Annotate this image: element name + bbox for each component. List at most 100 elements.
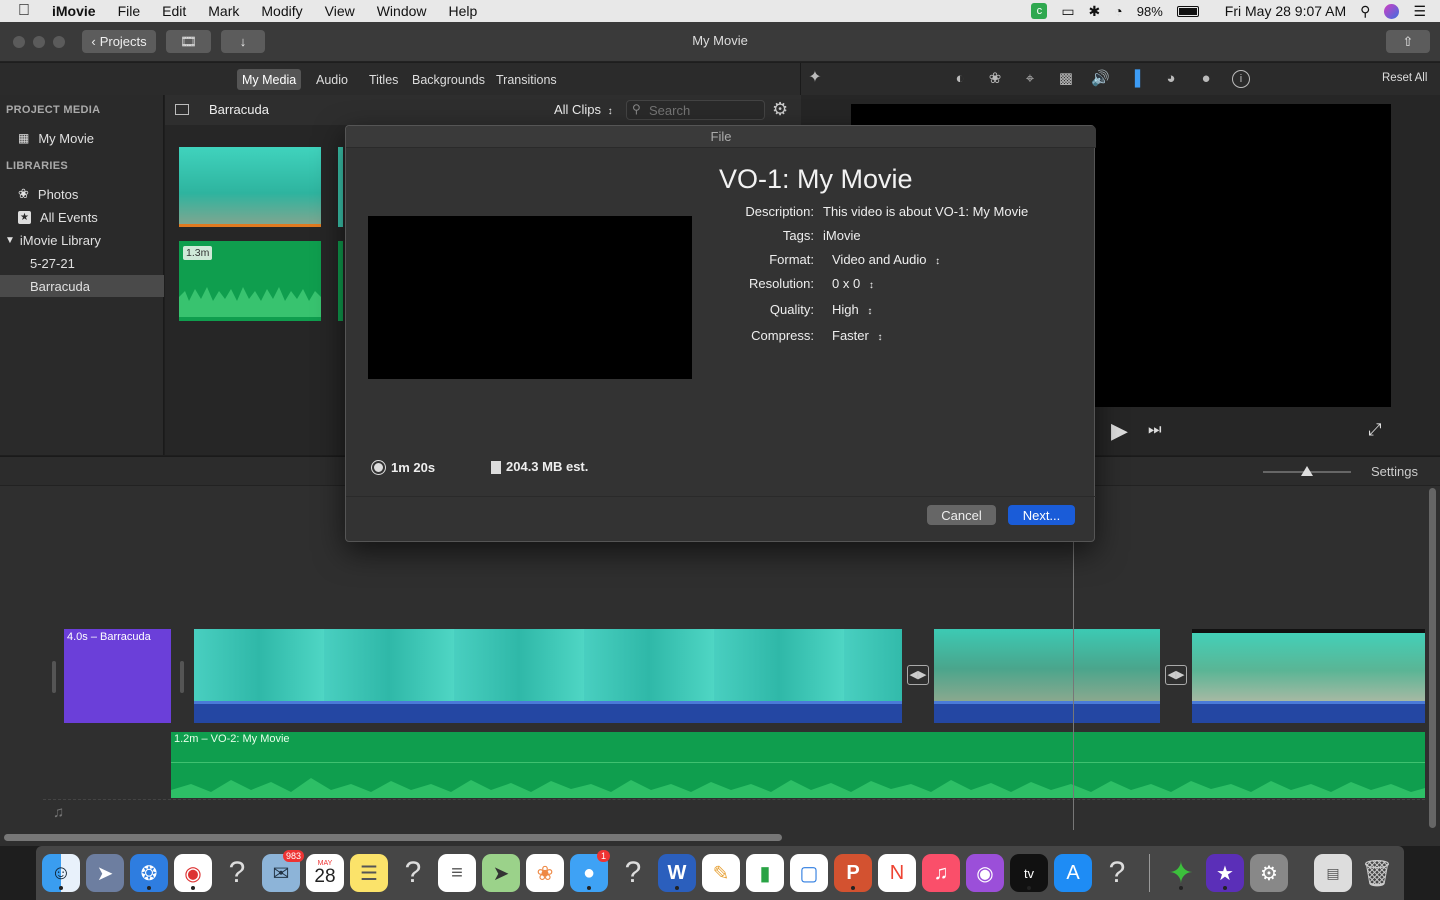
sidebar-item-photos[interactable]: ❀ Photos (0, 183, 164, 205)
tab-transitions[interactable]: Transitions (491, 69, 562, 90)
video-clip-1[interactable] (194, 629, 902, 723)
pages-icon[interactable]: ✎ (702, 854, 740, 892)
format-select[interactable]: Video and Audio ↕ (832, 252, 940, 267)
spotlight-icon[interactable]: ⚲ (1360, 3, 1370, 20)
tab-backgrounds[interactable]: Backgrounds (407, 69, 490, 90)
color-balance-icon[interactable]: ◐ (951, 70, 969, 88)
photos-icon[interactable]: ❀ (526, 854, 564, 892)
clock[interactable]: Fri May 28 9:07 AM (1225, 3, 1346, 19)
airplay-icon[interactable]: ▭ (1061, 3, 1074, 20)
reminders-icon[interactable]: ≡ (438, 854, 476, 892)
transition-icon[interactable]: ◀▶ (907, 665, 929, 685)
maps-icon[interactable]: ➤ (482, 854, 520, 892)
battery-percent[interactable]: 98% (1137, 4, 1163, 19)
sidebar-item-my-movie[interactable]: ▦ My Movie (0, 127, 164, 149)
sidebar-item-event-5-27-21[interactable]: 5-27-21 (0, 252, 164, 274)
calendar-icon[interactable]: MAY 28 (306, 854, 344, 892)
siri-icon[interactable] (1384, 3, 1400, 19)
search-input[interactable] (649, 102, 761, 118)
trim-handle-right[interactable] (180, 661, 184, 693)
gear-icon[interactable]: ⚙ (772, 99, 788, 120)
video-clip-2[interactable] (934, 629, 1160, 723)
reset-all-button[interactable]: Reset All (1382, 72, 1427, 84)
menu-window[interactable]: Window (366, 3, 438, 19)
quality-select[interactable]: High ↕ (832, 302, 872, 317)
menu-edit[interactable]: Edit (151, 3, 197, 19)
camtasia-icon[interactable]: ✦ (1162, 854, 1200, 892)
video-clip-3[interactable] (1192, 629, 1425, 723)
stabilization-icon[interactable]: ▩ (1057, 70, 1075, 88)
sidebar-item-imovie-library[interactable]: ▼ iMovie Library (0, 229, 164, 251)
imovie-icon[interactable]: ★ (1206, 854, 1244, 892)
downloads-stack-icon[interactable]: ▤ (1314, 854, 1352, 892)
battery-icon[interactable] (1176, 5, 1199, 17)
timeline-settings-button[interactable]: Settings (1371, 464, 1418, 479)
numbers-icon[interactable]: ▮ (746, 854, 784, 892)
mail-icon[interactable]: ✉ 983 (262, 850, 304, 892)
tags-field[interactable]: iMovie (823, 228, 861, 243)
status-app-icon[interactable]: c (1031, 3, 1048, 19)
speed-icon[interactable]: ◕ (1162, 70, 1180, 88)
title-clip[interactable]: 4.0s – Barracuda (64, 629, 171, 723)
trim-handle-left[interactable] (52, 661, 56, 693)
sidebar-item-all-events[interactable]: ★ All Events (0, 206, 164, 228)
audio-clip-thumbnail-partial[interactable] (338, 241, 343, 321)
color-correction-icon[interactable]: ❀ (986, 70, 1004, 88)
notes-icon[interactable]: ☰ (350, 854, 388, 892)
news-icon[interactable]: N (878, 854, 916, 892)
unknown-app-icon[interactable]: ? (218, 854, 256, 892)
clip-thumbnail-partial[interactable] (338, 147, 343, 227)
tab-audio[interactable]: Audio (311, 69, 353, 90)
podcasts-icon[interactable]: ◉ (966, 854, 1004, 892)
launchpad-icon[interactable]: ➤ (86, 854, 124, 892)
fullscreen-icon[interactable]: ⤢ (1368, 420, 1382, 440)
clip-filter-dropdown[interactable]: All Clips ↕ (554, 102, 613, 117)
tab-titles[interactable]: Titles (364, 69, 403, 90)
chrome-icon[interactable]: ◉ (174, 854, 212, 892)
resolution-select[interactable]: 0 x 0 ↕ (832, 276, 874, 291)
powerpoint-icon[interactable]: P (834, 854, 872, 892)
trash-icon[interactable]: 🗑 (1358, 854, 1396, 892)
music-icon[interactable]: ♫ (922, 854, 960, 892)
share-button[interactable]: ⇧ (1386, 30, 1430, 53)
music-well[interactable]: ♫ (43, 799, 1425, 825)
menu-file[interactable]: File (107, 3, 152, 19)
clip-thumbnail[interactable] (179, 147, 321, 227)
safari-icon[interactable]: ❂ (130, 854, 168, 892)
tab-my-media[interactable]: My Media (237, 69, 302, 90)
zoom-slider[interactable] (1263, 466, 1351, 476)
control-center-icon[interactable]: ☰ (1413, 3, 1426, 20)
disclosure-triangle-icon[interactable]: ▼ (5, 235, 15, 246)
wifi-icon[interactable]: ◔ (1114, 3, 1122, 19)
search-field[interactable]: ⚲ (626, 100, 765, 120)
transition-icon[interactable]: ◀▶ (1165, 665, 1187, 685)
keynote-icon[interactable]: ▢ (790, 854, 828, 892)
menu-app-name[interactable]: iMovie (41, 3, 107, 19)
menu-help[interactable]: Help (438, 3, 489, 19)
magic-wand-icon[interactable]: ✦ (806, 69, 824, 87)
audio-clip-thumbnail[interactable]: 1.3m (179, 241, 321, 321)
voiceover-audio-clip[interactable]: 1.2m – VO-2: My Movie (171, 732, 1425, 798)
equalizer-icon[interactable]: ▐ (1126, 70, 1144, 88)
messages-icon[interactable]: ● 1 (570, 850, 610, 892)
zoom-slider-knob[interactable] (1301, 466, 1313, 476)
dialog-title[interactable]: VO-1: My Movie (719, 164, 913, 195)
apple-menu-icon[interactable]:  (0, 2, 41, 20)
info-icon[interactable]: i (1232, 70, 1250, 88)
clip-filter-icon[interactable]: ● (1197, 70, 1215, 88)
menu-mark[interactable]: Mark (197, 3, 250, 19)
crop-icon[interactable]: ⌖ (1021, 70, 1039, 88)
finder-icon[interactable]: ☺ (42, 854, 80, 892)
apple-tv-icon[interactable]: tv (1010, 854, 1048, 892)
sidebar-item-barracuda[interactable]: Barracuda (0, 275, 164, 297)
cancel-button[interactable]: Cancel (927, 505, 996, 525)
bluetooth-icon[interactable]: ✱ (1089, 3, 1101, 20)
app-store-icon[interactable]: A (1054, 854, 1092, 892)
word-icon[interactable]: W (658, 854, 696, 892)
vertical-scrollbar[interactable] (1429, 488, 1436, 828)
next-button[interactable]: Next... (1008, 505, 1075, 525)
system-preferences-icon[interactable]: ⚙ (1250, 854, 1288, 892)
unknown-app-icon[interactable]: ? (614, 854, 652, 892)
unknown-app-icon[interactable]: ? (1098, 854, 1136, 892)
menu-view[interactable]: View (314, 3, 366, 19)
